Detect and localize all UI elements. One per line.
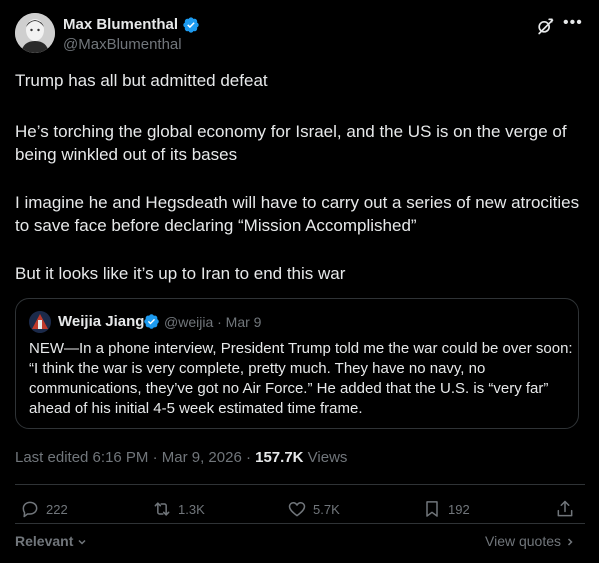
view-quotes-label: View quotes — [485, 533, 562, 549]
share-icon — [557, 500, 573, 517]
reply-button[interactable]: 222 — [20, 499, 68, 519]
views-label: Views — [303, 449, 348, 466]
post-meta: Last edited 6:16 PM · Mar 9, 2026 · 157.… — [15, 449, 347, 466]
chevron-right-icon — [567, 538, 573, 546]
author-handle[interactable]: @MaxBlumenthal — [63, 36, 182, 53]
like-button[interactable]: 5.7K — [287, 499, 340, 519]
edited-timestamp[interactable]: Last edited 6:16 PM · Mar 9, 2026 · — [15, 449, 255, 466]
sort-dropdown[interactable]: Relevant — [15, 533, 87, 549]
reply-count: 222 — [46, 501, 68, 517]
like-count: 5.7K — [313, 501, 340, 517]
post-paragraph-3: I imagine he and Hegsdeath will have to … — [15, 193, 580, 235]
bookmark-icon — [426, 501, 438, 517]
divider-top — [15, 484, 585, 485]
post-paragraph-1: Trump has all but admitted defeat — [15, 71, 268, 90]
sort-label: Relevant — [15, 533, 74, 549]
more-options-icon[interactable]: ••• — [563, 14, 583, 32]
quoted-verified-badge-icon — [144, 314, 159, 329]
heart-icon — [288, 502, 306, 517]
verified-badge-icon[interactable] — [182, 16, 200, 34]
repost-count: 1.3K — [178, 501, 205, 517]
quoted-author-name[interactable]: Weijia Jiang — [58, 313, 144, 330]
author-name[interactable]: Max Blumenthal — [63, 16, 178, 33]
reply-icon — [22, 501, 38, 518]
quoted-post-text: NEW—In a phone interview, President Trum… — [29, 340, 573, 417]
quoted-handle-date[interactable]: @weijia · Mar 9 — [164, 314, 261, 330]
share-button[interactable] — [555, 499, 575, 519]
bookmark-count: 192 — [448, 501, 470, 517]
chevron-down-icon — [78, 540, 86, 545]
divider-bottom — [15, 523, 585, 524]
repost-icon — [154, 502, 170, 516]
views-count: 157.7K — [255, 449, 304, 466]
repost-button[interactable]: 1.3K — [152, 499, 205, 519]
view-quotes-link[interactable]: View quotes — [485, 533, 575, 549]
author-avatar[interactable] — [15, 13, 55, 53]
grok-icon[interactable] — [535, 16, 555, 36]
quoted-author-avatar[interactable] — [29, 311, 51, 333]
post-paragraph-2: He’s torching the global economy for Isr… — [15, 122, 567, 164]
post-paragraph-4: But it looks like it’s up to Iran to end… — [15, 264, 346, 283]
bookmark-button[interactable]: 192 — [422, 499, 470, 519]
